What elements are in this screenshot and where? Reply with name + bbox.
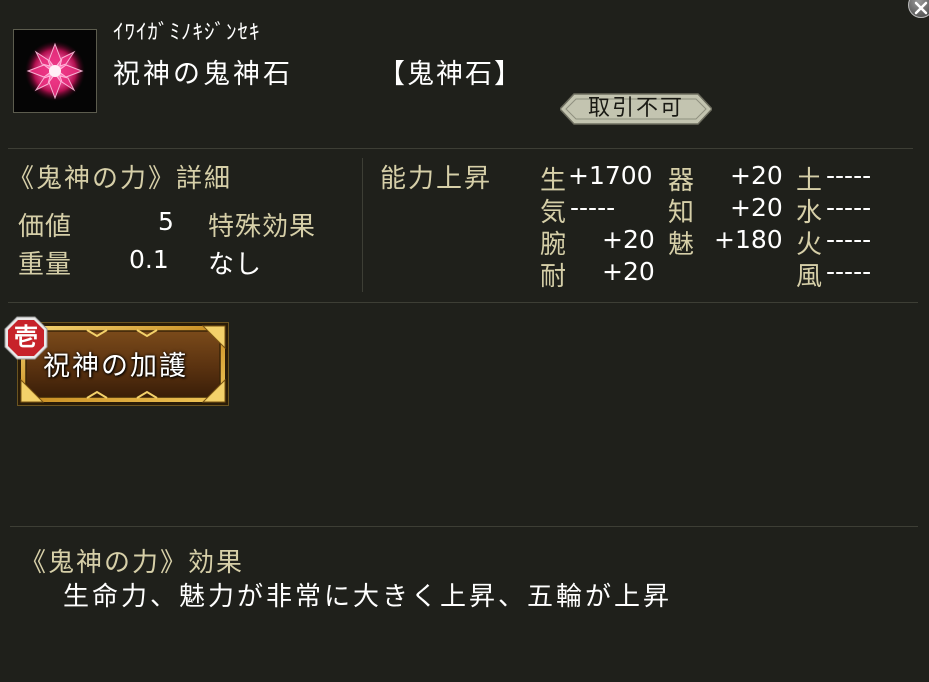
stat-value-wind: -----	[826, 257, 872, 286]
special-effect-label: 特殊効果	[208, 212, 317, 242]
weight-amount: 0.1	[129, 245, 169, 274]
details-title: 《鬼神の力》詳細	[8, 164, 233, 194]
trade-status-badge: 取引不可	[560, 92, 712, 126]
gem-icon	[25, 41, 85, 101]
divider	[10, 526, 918, 527]
effect-description: 生命力、魅力が非常に大きく上昇、五輪が上昇	[63, 582, 673, 612]
item-type: 【鬼神石】	[378, 59, 523, 90]
stat-label-mi: 魅	[668, 230, 695, 260]
stat-value-ude: +20	[602, 225, 655, 254]
stat-value-mi: +180	[714, 225, 783, 254]
rank-label: 壱	[14, 322, 38, 351]
value-amount: 5	[158, 207, 174, 236]
divider	[8, 148, 913, 149]
stat-value-ki: -----	[570, 193, 616, 222]
stat-label-tai: 耐	[540, 262, 567, 292]
stat-value-fire: -----	[826, 225, 872, 254]
skill-name: 祝神の加護	[43, 351, 188, 382]
stat-value-earth: -----	[826, 161, 872, 190]
close-icon	[914, 1, 928, 15]
stat-label-wind: 風	[796, 262, 823, 292]
effect-title: 《鬼神の力》効果	[20, 548, 245, 578]
close-button[interactable]	[908, 0, 929, 18]
item-reading: ｲﾜｲｶﾞﾐﾉｷｼﾞﾝｾｷ	[113, 20, 261, 44]
trade-status-label: 取引不可	[587, 96, 684, 121]
ability-title: 能力上昇	[380, 164, 493, 194]
item-name: 祝神の鬼神石	[113, 59, 293, 90]
divider	[362, 158, 363, 292]
skill-button[interactable]: 祝神の加護	[17, 322, 229, 406]
rank-badge: 壱	[4, 316, 48, 360]
stat-value-life: +1700	[568, 161, 653, 190]
value-label: 価値	[18, 212, 73, 242]
stat-value-chi: +20	[730, 193, 783, 222]
stat-value-ki-dex: +20	[730, 161, 783, 190]
divider	[8, 302, 918, 303]
stat-value-water: -----	[826, 193, 872, 222]
stat-value-tai: +20	[602, 257, 655, 286]
special-effect-value: なし	[208, 250, 263, 280]
weight-label: 重量	[18, 250, 73, 280]
item-icon-frame	[13, 29, 97, 113]
